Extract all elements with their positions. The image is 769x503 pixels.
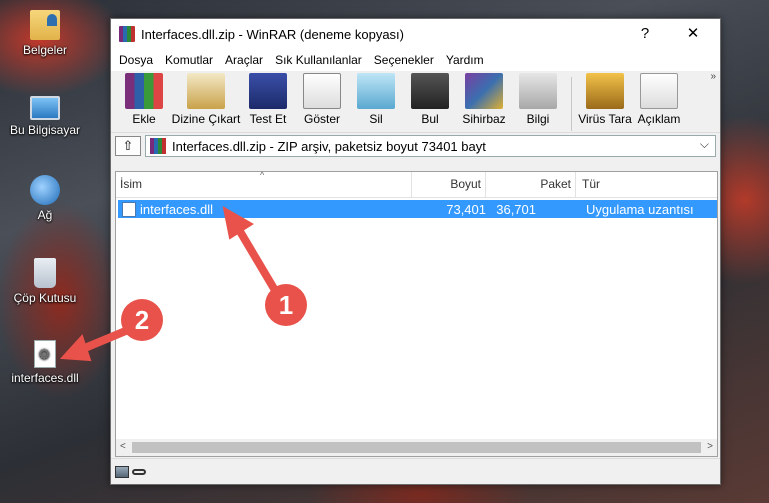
- desktop-icon-ag[interactable]: Ağ: [2, 175, 88, 222]
- table-row[interactable]: interfaces.dll 73,401 36,701 Uygulama uz…: [118, 200, 717, 218]
- desktop-icon-bu-bilgisayar[interactable]: Bu Bilgisayar: [2, 92, 88, 137]
- desktop-icon-label: interfaces.dll: [11, 371, 79, 385]
- toolbar-separator: [571, 77, 572, 131]
- menu-bar: Dosya Komutlar Araçlar Sık Kullanılanlar…: [111, 49, 720, 71]
- menu-dosya[interactable]: Dosya: [113, 53, 159, 67]
- add-button[interactable]: Ekle: [117, 73, 171, 126]
- column-packed[interactable]: Paket: [486, 172, 576, 197]
- file-list: ^ İsim Boyut Paket Tür interfaces.dll 73…: [115, 170, 718, 457]
- menu-yardim[interactable]: Yardım: [440, 53, 490, 67]
- scroll-right-icon[interactable]: >: [707, 441, 713, 452]
- virus-scan-icon: [586, 73, 624, 109]
- recycle-bin-icon: [34, 258, 56, 288]
- virus-scan-button[interactable]: Virüs Tara: [578, 73, 632, 126]
- horizontal-scrollbar[interactable]: < >: [116, 439, 717, 456]
- comment-icon: [640, 73, 678, 109]
- desktop-icon-cop-kutusu[interactable]: Çöp Kutusu: [2, 258, 88, 305]
- status-bar: [111, 458, 720, 484]
- view-glasses-icon: [303, 73, 341, 109]
- menu-araclar[interactable]: Araçlar: [219, 53, 269, 67]
- cell-size: 73,401: [446, 201, 486, 217]
- desktop-icon-label: Çöp Kutusu: [13, 291, 77, 305]
- wizard-icon: [465, 73, 503, 109]
- comment-button[interactable]: Açıklam: [632, 73, 686, 126]
- close-button[interactable]: ✕: [670, 19, 716, 49]
- desktop-icon-belgeler[interactable]: Belgeler: [2, 10, 88, 57]
- extract-icon: [187, 73, 225, 109]
- winrar-icon: [119, 26, 135, 42]
- chevron-down-icon[interactable]: ⌵: [700, 137, 709, 152]
- tool-label: Dizine Çıkart: [171, 112, 241, 126]
- cell-packed: 36,701: [496, 201, 536, 217]
- menu-secenekler[interactable]: Seçenekler: [368, 53, 440, 67]
- menu-komutlar[interactable]: Komutlar: [159, 53, 219, 67]
- winrar-window: Interfaces.dll.zip - WinRAR (deneme kopy…: [110, 18, 721, 485]
- up-folder-button[interactable]: ⇧: [115, 136, 141, 156]
- folder-icon: [30, 10, 60, 40]
- test-button[interactable]: Test Et: [241, 73, 295, 126]
- column-type[interactable]: Tür: [576, 172, 717, 197]
- toolbar-overflow-icon[interactable]: »: [710, 71, 716, 82]
- desktop-icon-label: Belgeler: [22, 43, 68, 57]
- tool-label: Açıklam: [637, 112, 681, 126]
- computer-icon: [30, 96, 60, 120]
- path-bar: ⇧ Interfaces.dll.zip - ZIP arşiv, pakets…: [111, 133, 720, 159]
- cell-name: interfaces.dll: [140, 201, 213, 217]
- scroll-thumb[interactable]: [132, 442, 701, 453]
- menu-sik-kullanilanlar[interactable]: Sık Kullanılanlar: [269, 53, 368, 67]
- wizard-button[interactable]: Sihirbaz: [457, 73, 511, 126]
- cell-type: Uygulama uzantısı: [586, 201, 694, 217]
- sort-indicator-icon: ^: [260, 170, 265, 180]
- dll-file-icon: [34, 340, 56, 368]
- desktop-icon-label: Ağ: [37, 208, 53, 222]
- view-button[interactable]: Göster: [295, 73, 349, 126]
- tool-label: Ekle: [132, 112, 156, 126]
- find-button[interactable]: Bul: [403, 73, 457, 126]
- zip-archive-icon: [150, 138, 166, 154]
- tool-label: Virüs Tara: [578, 112, 632, 126]
- test-icon: [249, 73, 287, 109]
- toolbar: Ekle Dizine Çıkart Test Et Göster Sil Bu…: [111, 71, 720, 133]
- dll-file-icon: [122, 201, 136, 217]
- desktop-icon-interfaces-dll[interactable]: interfaces.dll: [2, 340, 88, 385]
- tool-label: Sil: [369, 112, 383, 126]
- delete-button[interactable]: Sil: [349, 73, 403, 126]
- info-icon: [519, 73, 557, 109]
- drive-key-icon[interactable]: [115, 465, 146, 479]
- archive-add-icon: [125, 73, 163, 109]
- tool-label: Bilgi: [526, 112, 550, 126]
- info-button[interactable]: Bilgi: [511, 73, 565, 126]
- tool-label: Göster: [303, 112, 340, 126]
- help-button[interactable]: ?: [622, 19, 668, 49]
- tool-label: Sihirbaz: [462, 112, 506, 126]
- tool-label: Bul: [421, 112, 439, 126]
- path-dropdown[interactable]: Interfaces.dll.zip - ZIP arşiv, paketsiz…: [145, 135, 716, 157]
- tool-label: Test Et: [249, 112, 287, 126]
- list-header: ^ İsim Boyut Paket Tür: [116, 170, 717, 198]
- title-bar[interactable]: Interfaces.dll.zip - WinRAR (deneme kopy…: [111, 19, 720, 49]
- extract-to-button[interactable]: Dizine Çıkart: [171, 73, 241, 126]
- column-size[interactable]: Boyut: [412, 172, 486, 197]
- window-title: Interfaces.dll.zip - WinRAR (deneme kopy…: [141, 26, 404, 42]
- scroll-left-icon[interactable]: <: [120, 441, 126, 452]
- desktop-icon-label: Bu Bilgisayar: [9, 123, 81, 137]
- delete-icon: [357, 73, 395, 109]
- binoculars-icon: [411, 73, 449, 109]
- path-text: Interfaces.dll.zip - ZIP arşiv, paketsiz…: [172, 138, 486, 154]
- network-icon: [30, 175, 60, 205]
